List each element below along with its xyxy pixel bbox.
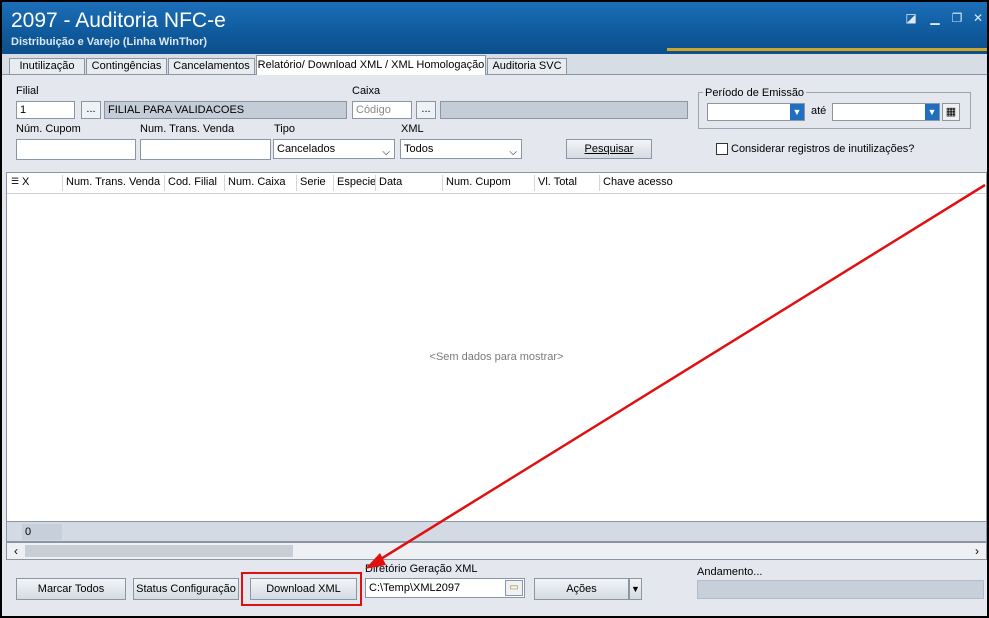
annotation-arrow-line [375,183,986,564]
app-window: 2097 - Auditoria NFC-e Distribuição e Va… [2,2,987,616]
annotation-arrow [365,183,986,569]
annotation-arrow-head [365,553,386,569]
